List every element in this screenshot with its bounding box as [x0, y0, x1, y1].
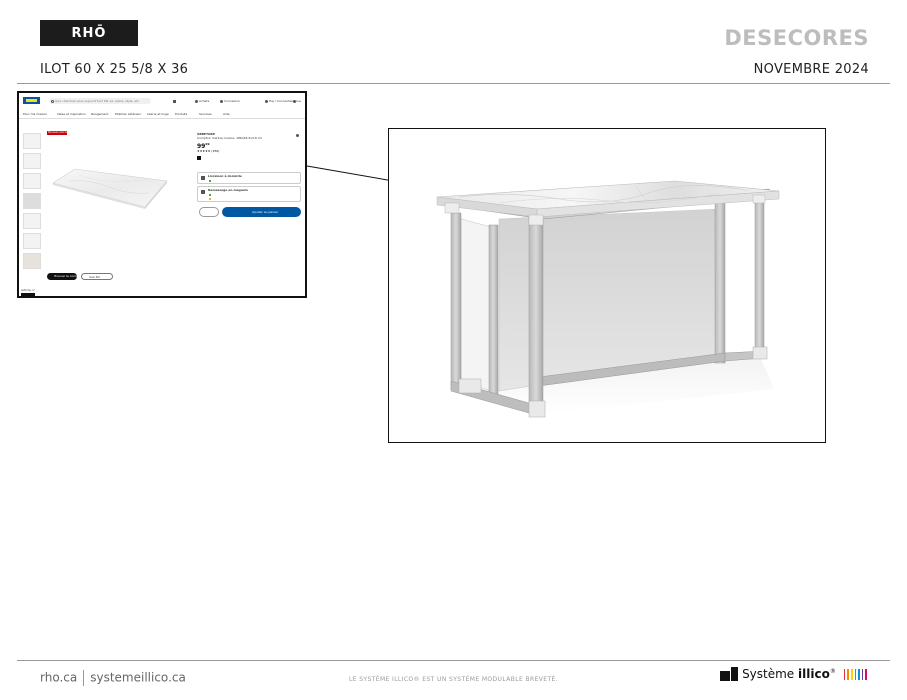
web-search-placeholder: Que cherchez-vous aujourd'hui? Par ex. p… [55, 98, 140, 103]
countertop-product-image [52, 168, 168, 209]
sale-badge: Nouveau plus bas [47, 130, 70, 135]
brand-registered: ® [829, 668, 836, 675]
product-description: Comptoir marbre cuisine, 186x63,5x3,8 cm [197, 136, 263, 140]
web-footer-tag [21, 293, 35, 296]
add-to-cart-label: Ajouter au panier [252, 209, 279, 214]
product-info: ÄBBETORP Comptoir marbre cuisine, 186x63… [197, 133, 303, 140]
rho-logo: RHŌ [40, 20, 138, 46]
web-tab-6: Produits [175, 112, 188, 116]
web-search-input: Que cherchez-vous aujourd'hui? Par ex. p… [49, 98, 176, 104]
sale-badge-text: Nouveau plus bas [48, 130, 70, 134]
product-web-screenshot: Que cherchez-vous aujourd'hui? Par ex. p… [17, 91, 307, 298]
brand-color-bar [851, 668, 853, 680]
share-icon [296, 134, 299, 137]
web-tab-8: Aide [223, 112, 230, 116]
web-header: Que cherchez-vous aujourd'hui? Par ex. p… [19, 93, 305, 109]
find-countertop-chip: Trouver le comptoir [47, 273, 83, 280]
web-tab-1: Pour ma maison [23, 112, 48, 116]
web-tab-divider [19, 118, 305, 119]
web-nav-account: Hej ! Connectez-vous [269, 99, 301, 103]
thumbnail-6 [23, 233, 41, 249]
illico-brand-text: Système illico® [742, 667, 836, 681]
web-tab-7: Services [199, 112, 212, 116]
store-icon [201, 190, 205, 194]
header-divider [17, 83, 890, 84]
thumbnail-4 [23, 193, 41, 209]
brand-color-bar [843, 668, 846, 680]
delivery-heading: Livraison à domicile [208, 174, 242, 178]
web-tab-4: Mobilier extérieur [115, 112, 142, 116]
availability-dot [209, 198, 211, 200]
heart-icon [220, 100, 223, 103]
footer-divider [17, 660, 890, 661]
delivery-option: Livraison à domicile [197, 172, 301, 184]
brand-word-systeme: Système [742, 667, 795, 681]
brand-color-bar [861, 668, 864, 680]
availability-dot [209, 194, 211, 196]
brand-color-bars [843, 668, 867, 680]
thumbnail-5 [23, 213, 41, 229]
thumbnail-7 [23, 253, 41, 269]
find-countertop-label: Trouver le comptoir [54, 274, 84, 278]
illico-logo-icon [720, 667, 739, 681]
view-3d-chip: Vue 3D [81, 273, 113, 280]
brand-color-bar [847, 668, 850, 680]
island-render-frame [388, 128, 826, 443]
quantity-stepper [199, 207, 219, 217]
web-footer-note: Article n° [21, 288, 35, 292]
help-icon [293, 100, 296, 103]
rating: ★★★★★ (256) [197, 150, 219, 153]
store-option: Ramassage en magasin [197, 186, 301, 202]
store-heading: Ramassage en magasin [208, 188, 248, 192]
web-tab-2: Idées et inspiration [57, 112, 86, 116]
web-tab-5: Literie et linge [147, 112, 169, 116]
camera-icon [173, 99, 176, 103]
search-icon [51, 99, 54, 103]
thumbnail-1 [23, 133, 41, 149]
island-3d-render [436, 180, 780, 418]
thumbnail-2 [23, 153, 41, 169]
brand-color-bar [865, 668, 867, 680]
document-date: NOVEMBRE 2024 [753, 62, 869, 77]
web-tabs: Pour ma maison Idées et inspiration Rang… [19, 110, 305, 118]
thumbnail-3 [23, 173, 41, 189]
cart-icon [195, 100, 198, 103]
store-logo [23, 97, 40, 104]
price-cents: 99 [205, 142, 210, 146]
web-nav-achats: Achats [199, 99, 210, 103]
brand-color-bar [854, 668, 857, 680]
rating-stars-icon: ★★★★★ [197, 149, 212, 153]
brand-word-illico: illico [798, 667, 830, 681]
user-icon [265, 100, 268, 103]
rho-logo-text: RHŌ [71, 25, 107, 41]
client-name: DESECORES [724, 26, 869, 50]
availability-dot [209, 180, 211, 182]
add-to-cart-button: Ajouter au panier [222, 207, 301, 217]
assembly-icon [197, 156, 201, 160]
document-title: ILOT 60 X 25 5/8 X 36 [40, 62, 189, 77]
illico-brand: Système illico® [720, 667, 867, 681]
web-nav-connexion: Connexion [224, 99, 240, 103]
view-3d-label: Vue 3D [89, 275, 100, 279]
web-tab-3: Rangement [91, 112, 109, 116]
brand-color-bar [858, 668, 860, 680]
truck-icon [201, 176, 205, 180]
rating-count: (256) [211, 149, 220, 153]
